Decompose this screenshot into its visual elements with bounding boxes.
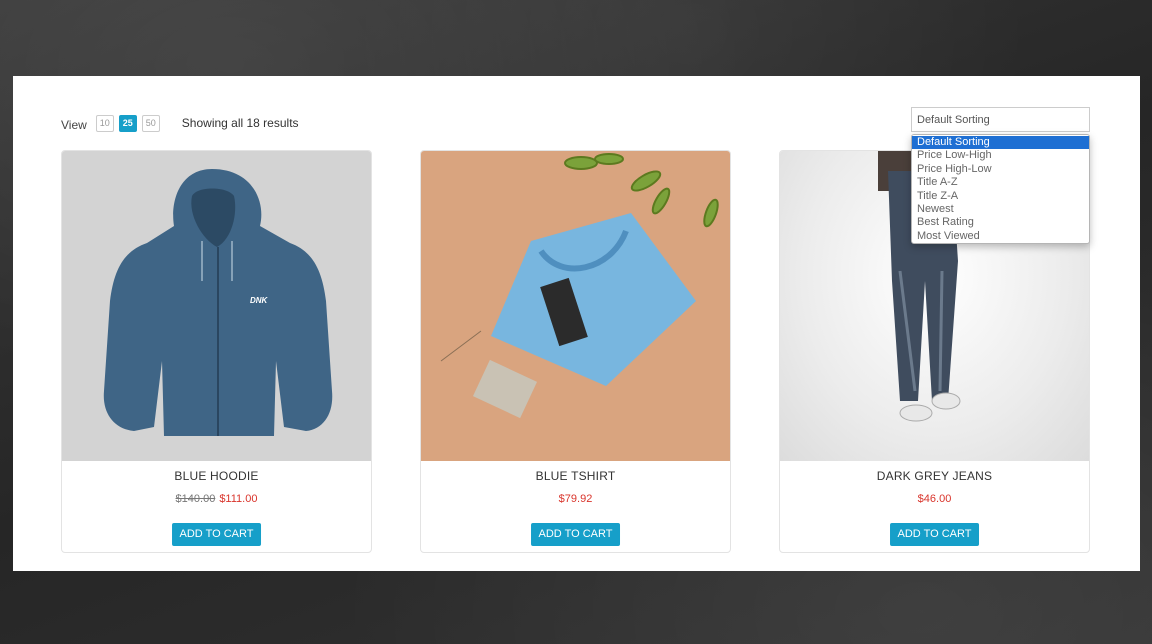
product-sale-price: $46.00 xyxy=(917,493,952,505)
add-to-cart-button[interactable]: ADD TO CART xyxy=(171,523,262,546)
per-page-25[interactable]: 25 xyxy=(118,114,137,132)
svg-text:DNK: DNK xyxy=(250,296,269,305)
shop-panel: View 10 25 50 Showing all 18 results Def… xyxy=(13,76,1140,571)
product-price: $79.92 xyxy=(421,493,730,505)
sort-option-title-z-a[interactable]: Title Z-A xyxy=(912,190,1089,203)
product-name[interactable]: BLUE HOODIE xyxy=(62,469,371,483)
product-sale-price: $79.92 xyxy=(558,493,593,505)
product-image-hoodie[interactable]: DNK xyxy=(62,151,371,461)
per-page-10[interactable]: 10 xyxy=(95,114,114,132)
add-to-cart-button[interactable]: ADD TO CART xyxy=(889,523,980,546)
per-page-50[interactable]: 50 xyxy=(141,114,160,132)
product-name[interactable]: BLUE TSHIRT xyxy=(421,469,730,483)
sort-option-default[interactable]: Default Sorting xyxy=(912,136,1089,150)
sort-option-title-a-z[interactable]: Title A-Z xyxy=(912,176,1089,189)
sort-option-newest[interactable]: Newest xyxy=(912,203,1089,216)
product-image-tshirt[interactable] xyxy=(421,151,730,461)
sort-dropdown-list: Default Sorting Price Low-High Price Hig… xyxy=(911,134,1090,244)
add-to-cart-button[interactable]: ADD TO CART xyxy=(530,523,621,546)
sort-select[interactable]: Default Sorting xyxy=(911,107,1090,132)
product-card-blue-hoodie: DNK BLUE HOODIE $140.00 $111.00 ADD TO CA… xyxy=(61,150,372,553)
product-card-blue-tshirt: BLUE TSHIRT $79.92 ADD TO CART xyxy=(420,150,731,553)
view-label: View xyxy=(61,118,87,132)
product-name[interactable]: DARK GREY JEANS xyxy=(780,469,1089,483)
shop-toolbar: View 10 25 50 Showing all 18 results xyxy=(61,112,299,134)
product-price: $140.00 $111.00 xyxy=(62,493,371,505)
product-price: $46.00 xyxy=(780,493,1089,505)
product-old-price: $140.00 xyxy=(175,493,216,505)
product-sale-price: $111.00 xyxy=(219,493,258,505)
sort-option-price-low-high[interactable]: Price Low-High xyxy=(912,149,1089,162)
sort-option-best-rating[interactable]: Best Rating xyxy=(912,216,1089,229)
results-count: Showing all 18 results xyxy=(181,116,299,130)
sort-option-price-high-low[interactable]: Price High-Low xyxy=(912,163,1089,176)
sort-option-most-viewed[interactable]: Most Viewed xyxy=(912,230,1089,243)
